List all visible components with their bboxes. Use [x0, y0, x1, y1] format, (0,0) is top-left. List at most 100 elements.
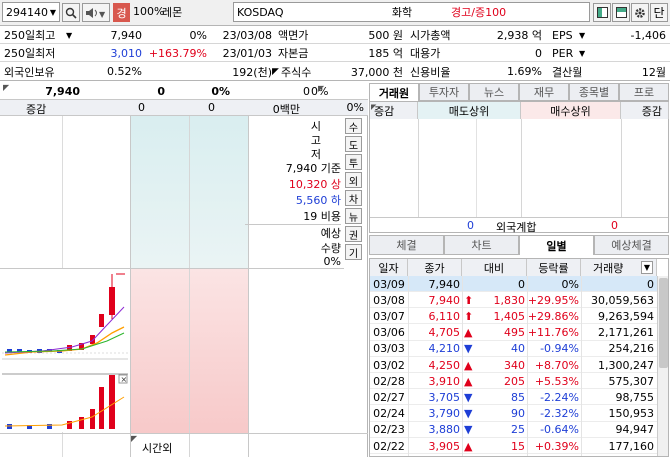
- table-row[interactable]: 02/22 3,905 ▲ 15 +0.39% 177,160: [370, 438, 657, 454]
- tab-broker[interactable]: 거래원: [369, 83, 419, 101]
- foreign-total-label: 외국계합: [496, 221, 537, 234]
- side-button-4[interactable]: 외: [345, 172, 362, 188]
- col-date: 일자: [370, 259, 408, 276]
- base-price: 7,940 기준: [285, 162, 341, 175]
- summary-row-2: 250일최저 3,010 +163.79% 23/01/03 자본금 185 억…: [0, 45, 670, 62]
- table-row[interactable]: 02/23 3,880 ▼ 25 -0.64% 94,947: [370, 421, 657, 438]
- change-arrow-icon: ▼: [464, 390, 473, 404]
- row-date: 03/03: [373, 342, 405, 356]
- chevron-down-icon[interactable]: ▼: [50, 8, 56, 17]
- settings-button[interactable]: [631, 3, 649, 22]
- daily-panel: 체결 차트 일별 예상체결 일자 종가 대비 등락률 거래량 ▼ 03/09 7…: [369, 235, 670, 457]
- chevron-down-icon[interactable]: ▼: [641, 261, 653, 274]
- corner-mark-icon: ◤: [272, 66, 279, 77]
- row-diff: 1,830: [493, 293, 526, 307]
- single-button[interactable]: 단: [650, 3, 668, 22]
- side-button-3[interactable]: 투: [345, 154, 362, 170]
- table-row[interactable]: 03/08 7,940 ⬆ 1,830 +29.95% 30,059,563: [370, 292, 657, 309]
- gear-icon: [635, 7, 645, 18]
- table-row[interactable]: 03/02 4,250 ▲ 340 +8.70% 1,300,247: [370, 357, 657, 373]
- summary-row-3: 외국인보유 0.52% 192(천) ◤ 주식수 37,000 천 신용비율 1…: [0, 63, 670, 80]
- chevron-down-icon[interactable]: ▼: [66, 31, 72, 40]
- summary-row-1: 250일최고 ▼ 7,940 0% 23/03/08 액면가 500 원 시가총…: [0, 27, 670, 44]
- label-high250: 250일최고: [4, 29, 56, 42]
- row-rate: -2.32%: [540, 407, 579, 421]
- change-arrow-icon: ▲: [464, 358, 473, 372]
- table-row[interactable]: 02/24 3,790 ▼ 90 -2.32% 150,953: [370, 405, 657, 422]
- volume: 0: [303, 85, 310, 98]
- tab-daily[interactable]: 일별: [519, 235, 594, 255]
- search-icon: [65, 7, 77, 19]
- tab-by-stock[interactable]: 종목별: [569, 83, 619, 101]
- label-low250: 250일최저: [4, 47, 56, 60]
- side-button-1[interactable]: 수: [345, 118, 362, 134]
- table-row[interactable]: 03/09 7,940 0 0% 0: [370, 276, 657, 292]
- row-volume: 9,263,594: [598, 309, 654, 323]
- row-diff: 205: [504, 374, 525, 388]
- side-button-2[interactable]: 도: [345, 136, 362, 152]
- layout-button-2[interactable]: [612, 3, 630, 22]
- side-button-6[interactable]: 뉴: [345, 208, 362, 224]
- row-volume: 1,300,247: [598, 358, 654, 372]
- tab-finance[interactable]: 재무: [519, 83, 569, 101]
- quote-panel: ◤ 7,940 0 0% 0 0% ◤ 증감 0 0 0백만 0% 시 고 저 …: [0, 83, 368, 457]
- row-rate: +11.76%: [527, 326, 579, 340]
- tab-expected-trades[interactable]: 예상체결: [594, 235, 669, 255]
- col-top-buy: 매수상위: [521, 102, 621, 119]
- pct-high250: 0%: [189, 28, 207, 42]
- stock-code-input[interactable]: 294140 ▼: [2, 2, 60, 22]
- label-credit-ratio: 신용비율: [410, 65, 451, 79]
- change-arrow-icon: ▲: [464, 439, 473, 453]
- change-arrow-icon: ▼: [464, 423, 473, 437]
- row-diff: 40: [511, 342, 525, 356]
- chevron-down-icon[interactable]: ▼: [579, 49, 585, 58]
- label-foreign-hold: 외국인보유: [4, 65, 55, 79]
- label-per: PER: [552, 46, 574, 60]
- tab-news[interactable]: 뉴스: [469, 83, 519, 101]
- side-button-5[interactable]: 차: [345, 190, 362, 206]
- tab-program[interactable]: 프로: [619, 83, 669, 101]
- table-row[interactable]: 03/06 4,705 ▲ 495 +11.76% 2,171,261: [370, 324, 657, 341]
- toolbar: 294140 ▼ ▼ 경 100% 레몬 KOSDAQ 화학 경고/증100 단: [0, 0, 670, 26]
- layout-button-1[interactable]: [593, 3, 611, 22]
- side-button-8[interactable]: 기: [345, 244, 362, 260]
- tab-chart[interactable]: 차트: [444, 235, 519, 255]
- table-row[interactable]: 03/07 6,110 ⬆ 1,405 +29.86% 9,263,594: [370, 308, 657, 325]
- row-volume: 0: [647, 277, 654, 291]
- row-date: 03/02: [373, 358, 405, 372]
- corner-mark-icon: ◤: [371, 103, 377, 111]
- col-top-sell: 매도상위: [418, 102, 521, 119]
- chevron-down-icon[interactable]: ▼: [579, 31, 585, 40]
- after-hours-label: 시간외: [142, 442, 173, 455]
- scrollbar-thumb[interactable]: [659, 278, 668, 368]
- trade-amount: 0백만: [272, 103, 300, 116]
- side-button-7[interactable]: 권: [345, 226, 362, 242]
- row-rate: -0.94%: [540, 342, 579, 356]
- window-icon: [615, 7, 627, 18]
- row-close: 3,790: [428, 407, 461, 421]
- upper-limit: 10,320 상: [288, 178, 341, 191]
- table-row[interactable]: 02/28 3,910 ▲ 205 +5.53% 575,307: [370, 373, 657, 390]
- row-volume: 2,171,261: [598, 326, 654, 340]
- current-price: 7,940: [45, 85, 80, 98]
- row-rate: +8.70%: [534, 358, 579, 372]
- scrollbar[interactable]: [657, 276, 668, 456]
- table-row[interactable]: 03/03 4,210 ▼ 40 -0.94% 254,216: [370, 340, 657, 357]
- stock-info-bar: KOSDAQ 화학 경고/증100: [233, 2, 590, 22]
- row-date: 03/08: [373, 293, 405, 307]
- price-limits: 시 고 저 7,940 기준 10,320 상 5,560 하 19 비용 예상…: [245, 118, 341, 268]
- search-button[interactable]: [62, 3, 80, 22]
- row-date: 03/09: [373, 277, 405, 291]
- col-change-left: 증감: [370, 102, 418, 119]
- change-arrow-icon: ▼: [464, 407, 473, 421]
- speaker-button[interactable]: ▼: [82, 3, 110, 22]
- tab-trades[interactable]: 체결: [369, 235, 444, 255]
- table-row[interactable]: 02/27 3,705 ▼ 85 -2.24% 98,755: [370, 389, 657, 406]
- tab-investor[interactable]: 투자자: [419, 83, 469, 101]
- date-low250: 23/01/03: [222, 46, 272, 60]
- mini-candle-chart: ×: [2, 273, 128, 429]
- foreign-buy-total: 0: [611, 219, 618, 232]
- label-par-value: 액면가: [278, 29, 309, 42]
- value-foreign-hold: 0.52%: [107, 65, 142, 78]
- row-close: 7,940: [428, 293, 461, 307]
